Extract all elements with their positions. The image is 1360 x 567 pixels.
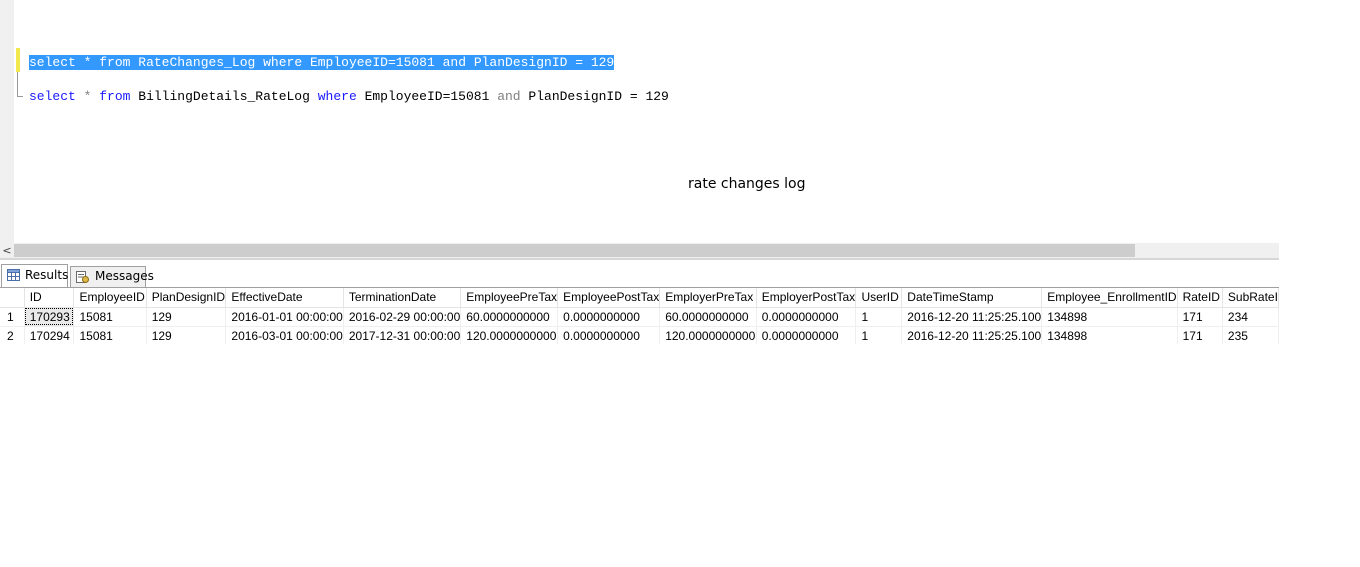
table-cell[interactable]: 2016-02-29 00:00:00 (343, 307, 462, 327)
tab-results-label: Results (25, 268, 69, 282)
table-cell[interactable]: 129 (146, 307, 227, 327)
outline-tick (17, 96, 23, 97)
tab-results[interactable]: Results (1, 264, 68, 287)
column-header[interactable]: EmployerPostTax (756, 288, 857, 308)
outline-line (17, 72, 18, 96)
scrollbar-thumb[interactable] (14, 244, 1135, 257)
column-header[interactable]: DateTimeStamp (901, 288, 1043, 308)
results-grid[interactable]: ID EmployeeID PlanDesignID EffectiveDate… (0, 288, 1279, 344)
keyword-where: where (263, 55, 303, 70)
table-cell[interactable]: 129 (146, 326, 227, 344)
keyword-select: select (29, 55, 76, 70)
change-marker (16, 48, 20, 72)
editor-gutter (0, 0, 14, 243)
condition-1: EmployeeID=15081 (309, 55, 435, 70)
table-cell[interactable]: 134898 (1041, 326, 1178, 344)
column-header[interactable]: EffectiveDate (225, 288, 344, 308)
results-table: ID EmployeeID PlanDesignID EffectiveDate… (0, 288, 1279, 344)
table-cell[interactable]: 2017-12-31 00:00:00 (343, 326, 462, 344)
condition-2: PlanDesignID = 129 (528, 89, 669, 104)
column-header[interactable]: Employee_EnrollmentID (1041, 288, 1178, 308)
table-cell[interactable]: 60.0000000000 (659, 307, 757, 327)
tab-messages-label: Messages (95, 269, 154, 283)
table-cell-selected[interactable]: 170293 (24, 307, 75, 327)
column-header[interactable]: UserID (855, 288, 903, 308)
keyword-select: select (29, 89, 76, 104)
annotation-text: rate changes log (688, 176, 806, 192)
table-cell[interactable]: 171 (1177, 326, 1223, 344)
table-cell[interactable]: 120.0000000000 (659, 326, 757, 344)
table-row[interactable]: 2 170294 15081 129 2016-03-01 00:00:00 2… (0, 326, 1279, 344)
table-cell[interactable]: 1 (855, 326, 903, 344)
table-cell[interactable]: 2016-12-20 11:25:25.100 (901, 307, 1043, 327)
column-header[interactable]: EmployeePreTax (460, 288, 559, 308)
table-cell[interactable]: 0.0000000000 (557, 307, 661, 327)
table-cell[interactable]: 15081 (73, 326, 147, 344)
tab-messages[interactable]: Messages (70, 266, 154, 287)
row-number[interactable]: 1 (0, 307, 25, 327)
results-tab-strip: Results Messages (0, 260, 1279, 288)
table-cell[interactable]: 60.0000000000 (460, 307, 559, 327)
keyword-and: and (442, 55, 466, 70)
query-line-2[interactable]: select * from BillingDetails_RateLog whe… (29, 89, 669, 104)
column-header[interactable]: EmployeePostTax (557, 288, 661, 308)
column-header[interactable]: ID (24, 288, 75, 308)
keyword-and: and (497, 89, 521, 104)
table-cell[interactable]: 2016-12-20 11:25:25.100 (901, 326, 1043, 344)
row-number[interactable]: 2 (0, 326, 25, 344)
table-cell[interactable]: 0.0000000000 (557, 326, 661, 344)
column-header[interactable]: EmployeeID (73, 288, 147, 308)
table-cell[interactable]: 134898 (1041, 307, 1178, 327)
table-cell[interactable]: 234 (1222, 307, 1279, 327)
table-cell[interactable]: 2016-03-01 00:00:00 (225, 326, 344, 344)
table-cell[interactable]: 171 (1177, 307, 1223, 327)
messages-icon (76, 271, 89, 283)
query-line-1[interactable]: select * from RateChanges_Log where Empl… (29, 55, 615, 70)
table-cell[interactable]: 15081 (73, 307, 147, 327)
table-cell[interactable]: 235 (1222, 326, 1279, 344)
column-header[interactable]: RateID (1177, 288, 1223, 308)
table-row[interactable]: 1 170293 15081 129 2016-01-01 00:00:00 2… (0, 307, 1279, 327)
header-row: ID EmployeeID PlanDesignID EffectiveDate… (0, 288, 1279, 308)
table-cell[interactable]: 120.0000000000 (460, 326, 559, 344)
table-cell[interactable]: 0.0000000000 (756, 307, 857, 327)
column-header[interactable]: EmployerPreTax (659, 288, 757, 308)
table-name: RateChanges_Log (138, 55, 256, 70)
table-cell[interactable]: 170294 (24, 326, 75, 344)
keyword-from: from (99, 89, 131, 104)
table-name: BillingDetails_RateLog (138, 89, 310, 104)
star: * (83, 55, 92, 70)
condition-1: EmployeeID=15081 (364, 89, 490, 104)
row-selector-header[interactable] (0, 288, 25, 308)
grid-icon (7, 269, 20, 281)
editor-horizontal-scrollbar[interactable]: < (0, 243, 1279, 258)
table-cell[interactable]: 0.0000000000 (756, 326, 857, 344)
table-cell[interactable]: 2016-01-01 00:00:00 (225, 307, 344, 327)
scroll-left-arrow-icon[interactable]: < (1, 243, 13, 258)
column-header[interactable]: SubRateI (1222, 288, 1279, 308)
keyword-from: from (99, 55, 131, 70)
condition-2: PlanDesignID = 129 (473, 55, 615, 70)
star: * (83, 89, 92, 104)
column-header[interactable]: PlanDesignID (146, 288, 227, 308)
query-editor[interactable]: select * from RateChanges_Log where Empl… (0, 0, 1279, 243)
keyword-where: where (317, 89, 357, 104)
selected-query-text[interactable]: select * from RateChanges_Log where Empl… (29, 55, 615, 70)
table-cell[interactable]: 1 (855, 307, 903, 327)
column-header[interactable]: TerminationDate (343, 288, 462, 308)
